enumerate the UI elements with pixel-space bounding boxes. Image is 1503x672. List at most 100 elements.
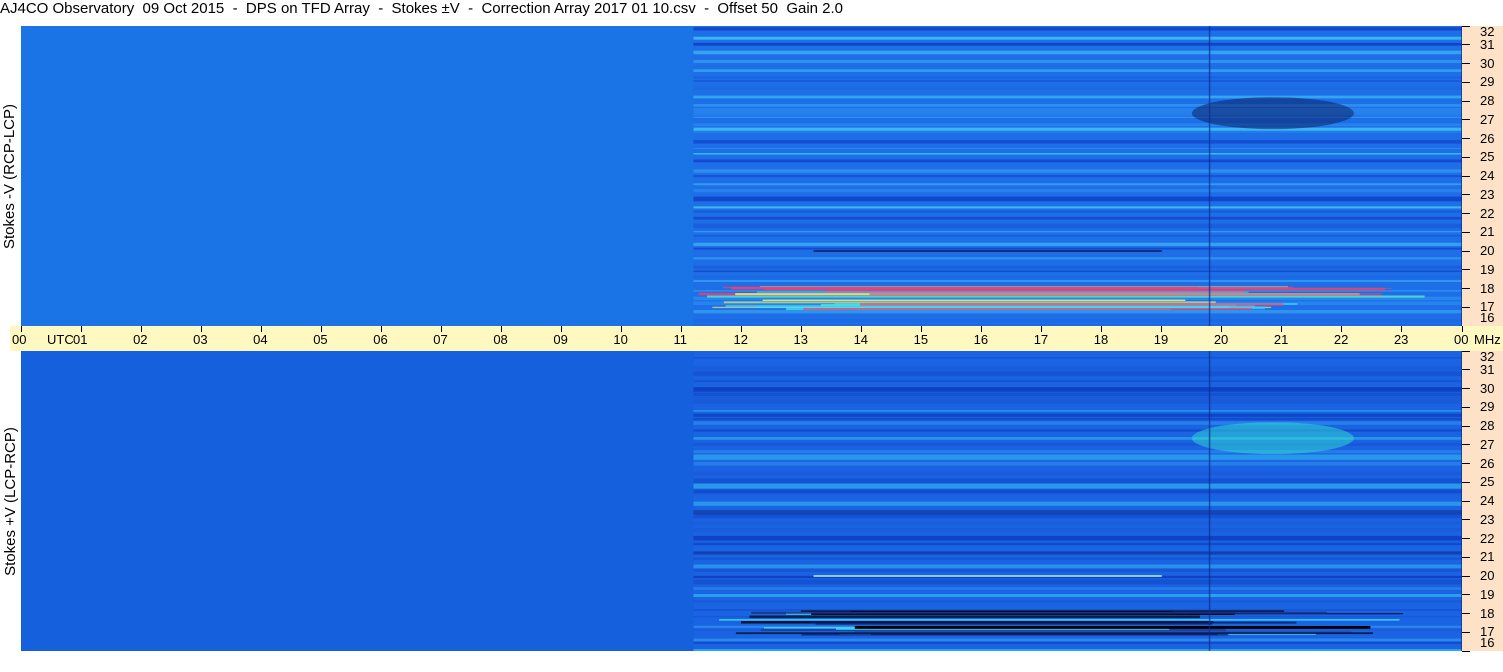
freq-tick-mark xyxy=(1462,650,1470,652)
freq-tick-label: 27 xyxy=(1480,436,1495,452)
frequency-band-streak xyxy=(693,454,1462,459)
frequency-band-streak xyxy=(693,231,1462,233)
utc-tick-label: 00 xyxy=(12,332,27,347)
freq-tick-mark xyxy=(1462,119,1470,121)
freq-tick-label: 29 xyxy=(1480,399,1495,415)
freq-tick-label: 31 xyxy=(1480,361,1495,377)
frequency-band-streak xyxy=(693,471,1462,476)
frequency-band-streak xyxy=(693,27,1462,31)
utc-tick-label: 02 xyxy=(133,332,148,347)
frequency-band-streak xyxy=(693,175,1462,178)
top-panel-ylabel-text: Stokes -V (RCP-LCP) xyxy=(1,103,19,249)
freq-tick-label: 30 xyxy=(1480,380,1495,396)
frequency-band-streak xyxy=(693,642,1462,644)
freq-tick-mark xyxy=(1462,594,1470,596)
freq-tick-mark xyxy=(1462,213,1470,214)
utc-tick-label: 10 xyxy=(613,332,628,347)
frequency-band-streak xyxy=(693,265,1462,269)
frequency-band-streak xyxy=(693,59,1462,64)
vertical-line xyxy=(1208,26,1211,326)
freq-tick-label: 24 xyxy=(1480,168,1495,183)
frequency-band-streak xyxy=(693,310,1462,314)
frequency-band-streak xyxy=(693,235,1462,237)
freq-tick-mark xyxy=(1462,575,1470,577)
chart-title: AJ4CO Observatory 09 Oct 2015 - DPS on T… xyxy=(0,0,844,17)
freq-tick-mark xyxy=(1462,288,1470,289)
frequency-band-streak xyxy=(693,280,1462,282)
frequency-band-streak xyxy=(693,478,1462,484)
freq-tick-mark xyxy=(1462,175,1470,177)
frequency-band-streak xyxy=(693,103,1462,107)
freq-tick-label: 26 xyxy=(1480,130,1495,146)
utc-tick-label: 15 xyxy=(913,332,929,347)
frequency-band-streak xyxy=(693,380,1462,383)
frequency-band-streak xyxy=(693,95,1462,99)
frequency-band-streak xyxy=(693,535,1462,541)
utc-tick-label: 13 xyxy=(793,332,808,347)
frequency-band-streak xyxy=(693,131,1462,133)
frequency-band-streak xyxy=(693,521,1462,525)
freq-tick-label: 32 xyxy=(1480,24,1495,39)
frequency-band-streak xyxy=(693,387,1462,392)
frequency-band-streak xyxy=(693,587,1462,590)
frequency-band-streak xyxy=(693,609,1462,611)
rfi-streak xyxy=(854,625,1371,629)
frequency-band-streak xyxy=(693,159,1462,163)
utc-tick-label: 20 xyxy=(1213,332,1229,347)
frequency-band-streak xyxy=(693,458,1462,461)
bottom-panel-ylabel-text: Stokes +V (LCP-RCP) xyxy=(1,426,19,576)
freq-tick-mark xyxy=(1462,156,1470,158)
freq-tick-mark xyxy=(1462,25,1470,27)
frequency-band-streak xyxy=(693,593,1462,598)
frequency-band-streak xyxy=(693,429,1462,432)
freq-tick-label: 22 xyxy=(1480,530,1495,546)
frequency-band-streak xyxy=(693,319,1462,322)
frequency-band-streak xyxy=(693,493,1462,495)
frequency-band-streak xyxy=(693,413,1462,417)
freq-tick-mark xyxy=(1462,231,1470,233)
jupiter-emission-region xyxy=(1191,97,1354,130)
freq-tick-mark xyxy=(1462,138,1470,139)
frequency-band-streak xyxy=(693,139,1462,144)
freq-tick-label: 21 xyxy=(1480,224,1495,240)
frequency-band-streak xyxy=(693,196,1462,202)
frequency-band-streak xyxy=(693,401,1462,404)
frequency-band-streak xyxy=(693,551,1462,555)
frequency-band-streak xyxy=(693,270,1462,273)
mhz-unit-label: MHz xyxy=(1474,332,1501,347)
frequency-band-streak xyxy=(693,528,1462,532)
rfi-streak xyxy=(801,632,1229,636)
frequency-band-streak xyxy=(693,579,1462,585)
rfi-streak xyxy=(762,299,1186,301)
freq-tick-label: 29 xyxy=(1480,74,1495,90)
frequency-band-streak xyxy=(693,371,1462,377)
utc-unit-label: UTC xyxy=(47,332,74,347)
frequency-band-streak xyxy=(693,127,1462,131)
utc-tick-label: 23 xyxy=(1393,332,1409,347)
freq-tick-label: 26 xyxy=(1480,455,1495,471)
freq-tick-mark xyxy=(1462,63,1470,64)
freq-tick-label: 25 xyxy=(1480,149,1495,165)
frequency-band-streak xyxy=(693,247,1462,250)
freq-tick-label: 25 xyxy=(1480,474,1495,490)
frequency-band-streak xyxy=(693,257,1462,260)
stokes-minus-v-spectrogram xyxy=(21,26,1462,326)
utc-tick-label: 08 xyxy=(493,332,508,347)
frequency-band-streak xyxy=(693,600,1462,603)
freq-tick-mark xyxy=(1462,556,1470,558)
freq-tick-mark xyxy=(1462,100,1470,102)
freq-tick-mark xyxy=(1462,194,1470,196)
bottom-panel-ylabel: Stokes +V (LCP-RCP) xyxy=(0,351,22,651)
freq-tick-label: 18 xyxy=(1480,280,1495,296)
freq-tick-mark xyxy=(1462,481,1470,483)
frequency-band-streak xyxy=(693,36,1462,40)
freq-tick-label: 20 xyxy=(1480,568,1495,583)
freq-tick-mark xyxy=(1462,44,1470,46)
freq-tick-label: 18 xyxy=(1480,605,1495,621)
frequency-band-streak xyxy=(693,510,1462,515)
utc-tick-label: 14 xyxy=(853,332,869,347)
frequency-axis-bottom: 16 17 18 19 20 21 22 23 24 25 26 27 28 29 30 31 32 xyxy=(1462,349,1503,652)
freq-tick-label: 19 xyxy=(1480,586,1495,602)
freq-tick-mark xyxy=(1462,519,1470,521)
freq-tick-mark xyxy=(1462,613,1470,614)
